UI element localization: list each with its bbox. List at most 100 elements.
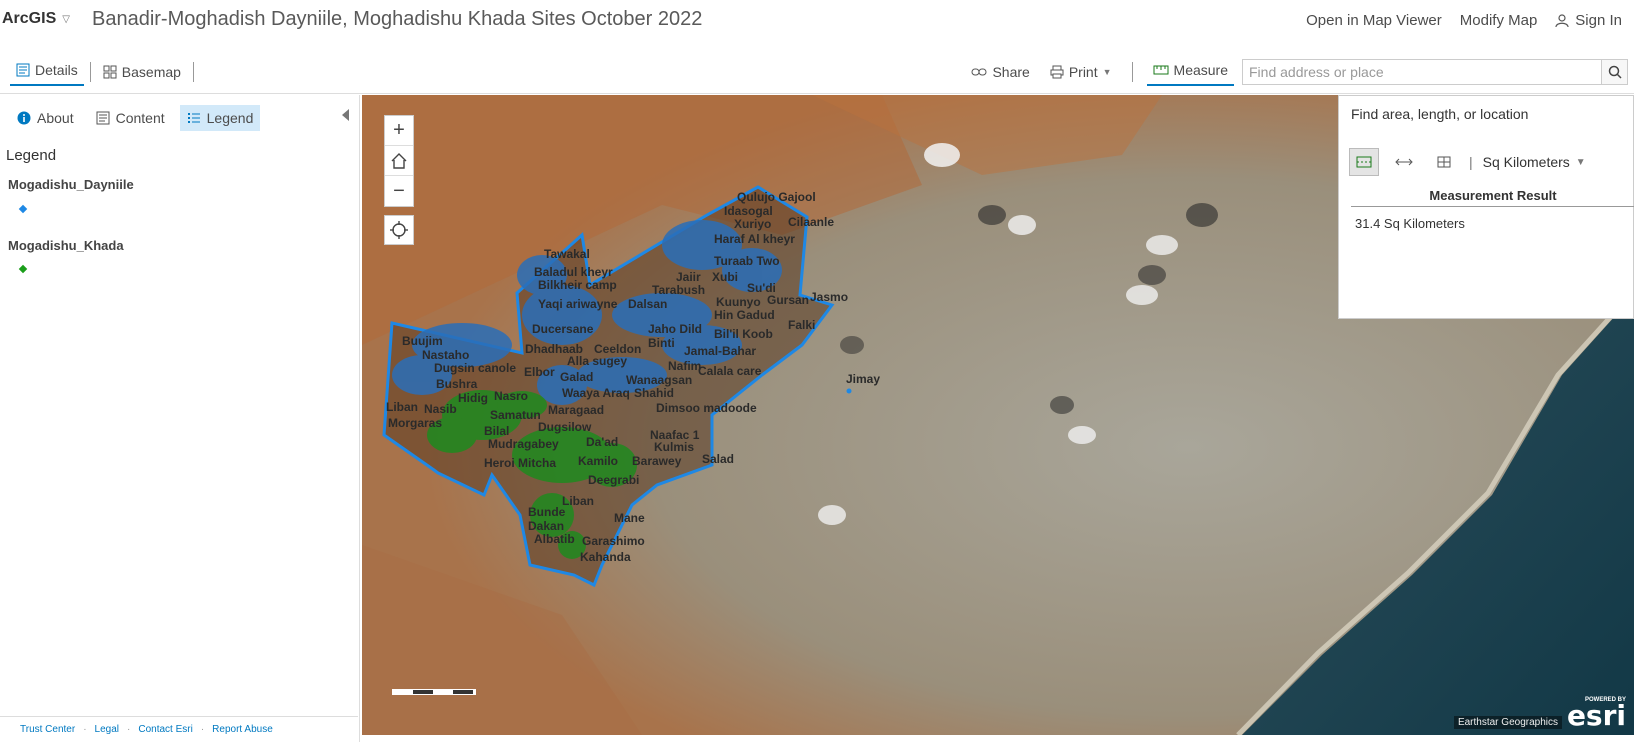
units-dropdown[interactable]: Sq Kilometers ▼ xyxy=(1483,154,1586,170)
search-input[interactable] xyxy=(1243,60,1601,84)
divider xyxy=(89,62,91,82)
search-box xyxy=(1242,59,1628,85)
location-tool-button[interactable] xyxy=(1429,148,1459,176)
zoom-in-button[interactable]: + xyxy=(385,116,413,146)
place-label: Xubi xyxy=(712,270,738,284)
tab-about-label: About xyxy=(37,110,74,126)
place-label: Jamal-Bahar xyxy=(684,344,756,358)
place-label: Dimsoo madoode xyxy=(656,401,757,415)
arcgis-menu[interactable]: ArcGIS ▽ xyxy=(2,10,70,28)
header: ArcGIS ▽ Banadir-Moghadish Dayniile, Mog… xyxy=(0,0,1634,48)
measure-icon xyxy=(1153,65,1169,75)
tab-content[interactable]: Content xyxy=(89,105,172,131)
place-label: Bilkheir camp xyxy=(538,278,617,292)
divider xyxy=(192,62,194,82)
place-label: Elbor xyxy=(524,365,555,379)
tab-legend[interactable]: Legend xyxy=(179,105,261,131)
place-label: Morgaras xyxy=(388,416,442,430)
sign-in-link[interactable]: Sign In xyxy=(1555,12,1622,29)
distance-tool-button[interactable] xyxy=(1389,148,1419,176)
top-actions: Open in Map Viewer Modify Map Sign In xyxy=(1306,12,1622,29)
home-button[interactable] xyxy=(385,146,413,176)
place-label: Bil'il Koob xyxy=(714,327,773,341)
place-label: Jaho Dild xyxy=(648,322,702,336)
place-label: Mane xyxy=(614,511,645,525)
share-button[interactable]: Share xyxy=(965,60,1035,84)
locate-icon xyxy=(390,221,408,239)
footer-link[interactable]: Report Abuse xyxy=(212,724,273,735)
place-label: Dugsilow xyxy=(538,420,592,434)
place-label: Jimay xyxy=(846,372,880,386)
place-label: Kuunyo xyxy=(716,295,761,309)
place-label: Alla sugey xyxy=(567,354,627,368)
user-icon xyxy=(1555,13,1569,27)
place-label: Dugsin canole xyxy=(434,361,516,375)
measurement-result-title: Measurement Result xyxy=(1351,188,1634,207)
area-icon xyxy=(1356,156,1372,168)
measure-label: Measure xyxy=(1173,62,1228,78)
collapse-panel-icon[interactable] xyxy=(342,109,349,121)
place-label: Turaab Two xyxy=(714,254,780,268)
footer-separator: · xyxy=(83,724,87,735)
footer-link[interactable]: Legal xyxy=(95,724,119,735)
plus-icon: + xyxy=(393,119,405,141)
area-tool-button[interactable] xyxy=(1349,148,1379,176)
legend-symbol-dayniile xyxy=(18,204,28,214)
caret-down-icon: ▼ xyxy=(1102,67,1112,77)
place-label: Mudragabey xyxy=(488,437,559,451)
legend-symbol-khada xyxy=(18,264,28,274)
place-label: Bilal xyxy=(484,424,509,438)
details-button[interactable]: Details xyxy=(10,58,84,86)
details-label: Details xyxy=(35,62,78,78)
measure-hint: Find area, length, or location xyxy=(1351,106,1529,122)
open-map-viewer-link[interactable]: Open in Map Viewer xyxy=(1306,12,1442,29)
place-label: Baladul kheyr xyxy=(534,265,613,279)
place-label: Kamilo xyxy=(578,454,618,468)
place-label: Bunde xyxy=(528,505,566,519)
place-label: Hin Gadud xyxy=(714,308,775,322)
search-button[interactable] xyxy=(1601,60,1627,84)
content-icon xyxy=(96,111,110,125)
zoom-out-button[interactable]: − xyxy=(385,176,413,206)
place-label: Albatib xyxy=(534,532,575,546)
place-label: Idasogal xyxy=(724,204,773,218)
place-label: Kulmis xyxy=(654,440,694,454)
tab-about[interactable]: About xyxy=(10,105,81,131)
share-label: Share xyxy=(992,64,1030,80)
place-label: Calala care xyxy=(698,364,762,378)
place-label: Maragaad xyxy=(548,403,604,417)
place-label: Deegrabi xyxy=(588,473,639,487)
modify-map-link[interactable]: Modify Map xyxy=(1460,12,1538,29)
toolbar: Details Basemap Share Print ▼ Measure xyxy=(0,50,1634,94)
distance-icon xyxy=(1395,158,1413,166)
basemap-button[interactable]: Basemap xyxy=(97,60,187,84)
place-label: Salad xyxy=(702,452,734,466)
footer-link[interactable]: Contact Esri xyxy=(138,724,192,735)
measure-panel: Find area, length, or location | Sq Kilo… xyxy=(1338,95,1634,319)
location-icon xyxy=(1437,156,1451,168)
measure-button[interactable]: Measure xyxy=(1146,58,1234,86)
page-title: Banadir-Moghadish Dayniile, Moghadishu K… xyxy=(92,8,703,30)
place-label: Xuriyo xyxy=(734,217,771,231)
place-label: Garashimo xyxy=(582,534,645,548)
footer-link[interactable]: Trust Center xyxy=(20,724,75,735)
locate-button[interactable] xyxy=(384,215,414,245)
place-label: Dakan xyxy=(528,519,564,533)
place-label: Nastaho xyxy=(422,348,469,362)
tab-content-label: Content xyxy=(115,110,165,126)
divider xyxy=(1131,62,1133,82)
place-label: Yaqi ariwayne xyxy=(538,297,618,311)
place-label: Galad xyxy=(560,370,593,384)
basemap-label: Basemap xyxy=(121,64,181,80)
place-label: Dalsan xyxy=(628,297,667,311)
home-icon xyxy=(391,152,407,169)
place-label: Tawakal xyxy=(544,247,590,261)
place-label: Gursan xyxy=(767,293,809,307)
print-button[interactable]: Print ▼ xyxy=(1044,60,1118,84)
legend-layer-name: Mogadishu_Khada xyxy=(8,238,124,253)
minus-icon: − xyxy=(393,179,405,202)
place-label: Liban xyxy=(562,494,594,508)
place-label: Binti xyxy=(648,336,675,350)
legend-layer-name: Mogadishu_Dayniile xyxy=(8,177,134,192)
scale-bar xyxy=(392,689,476,695)
